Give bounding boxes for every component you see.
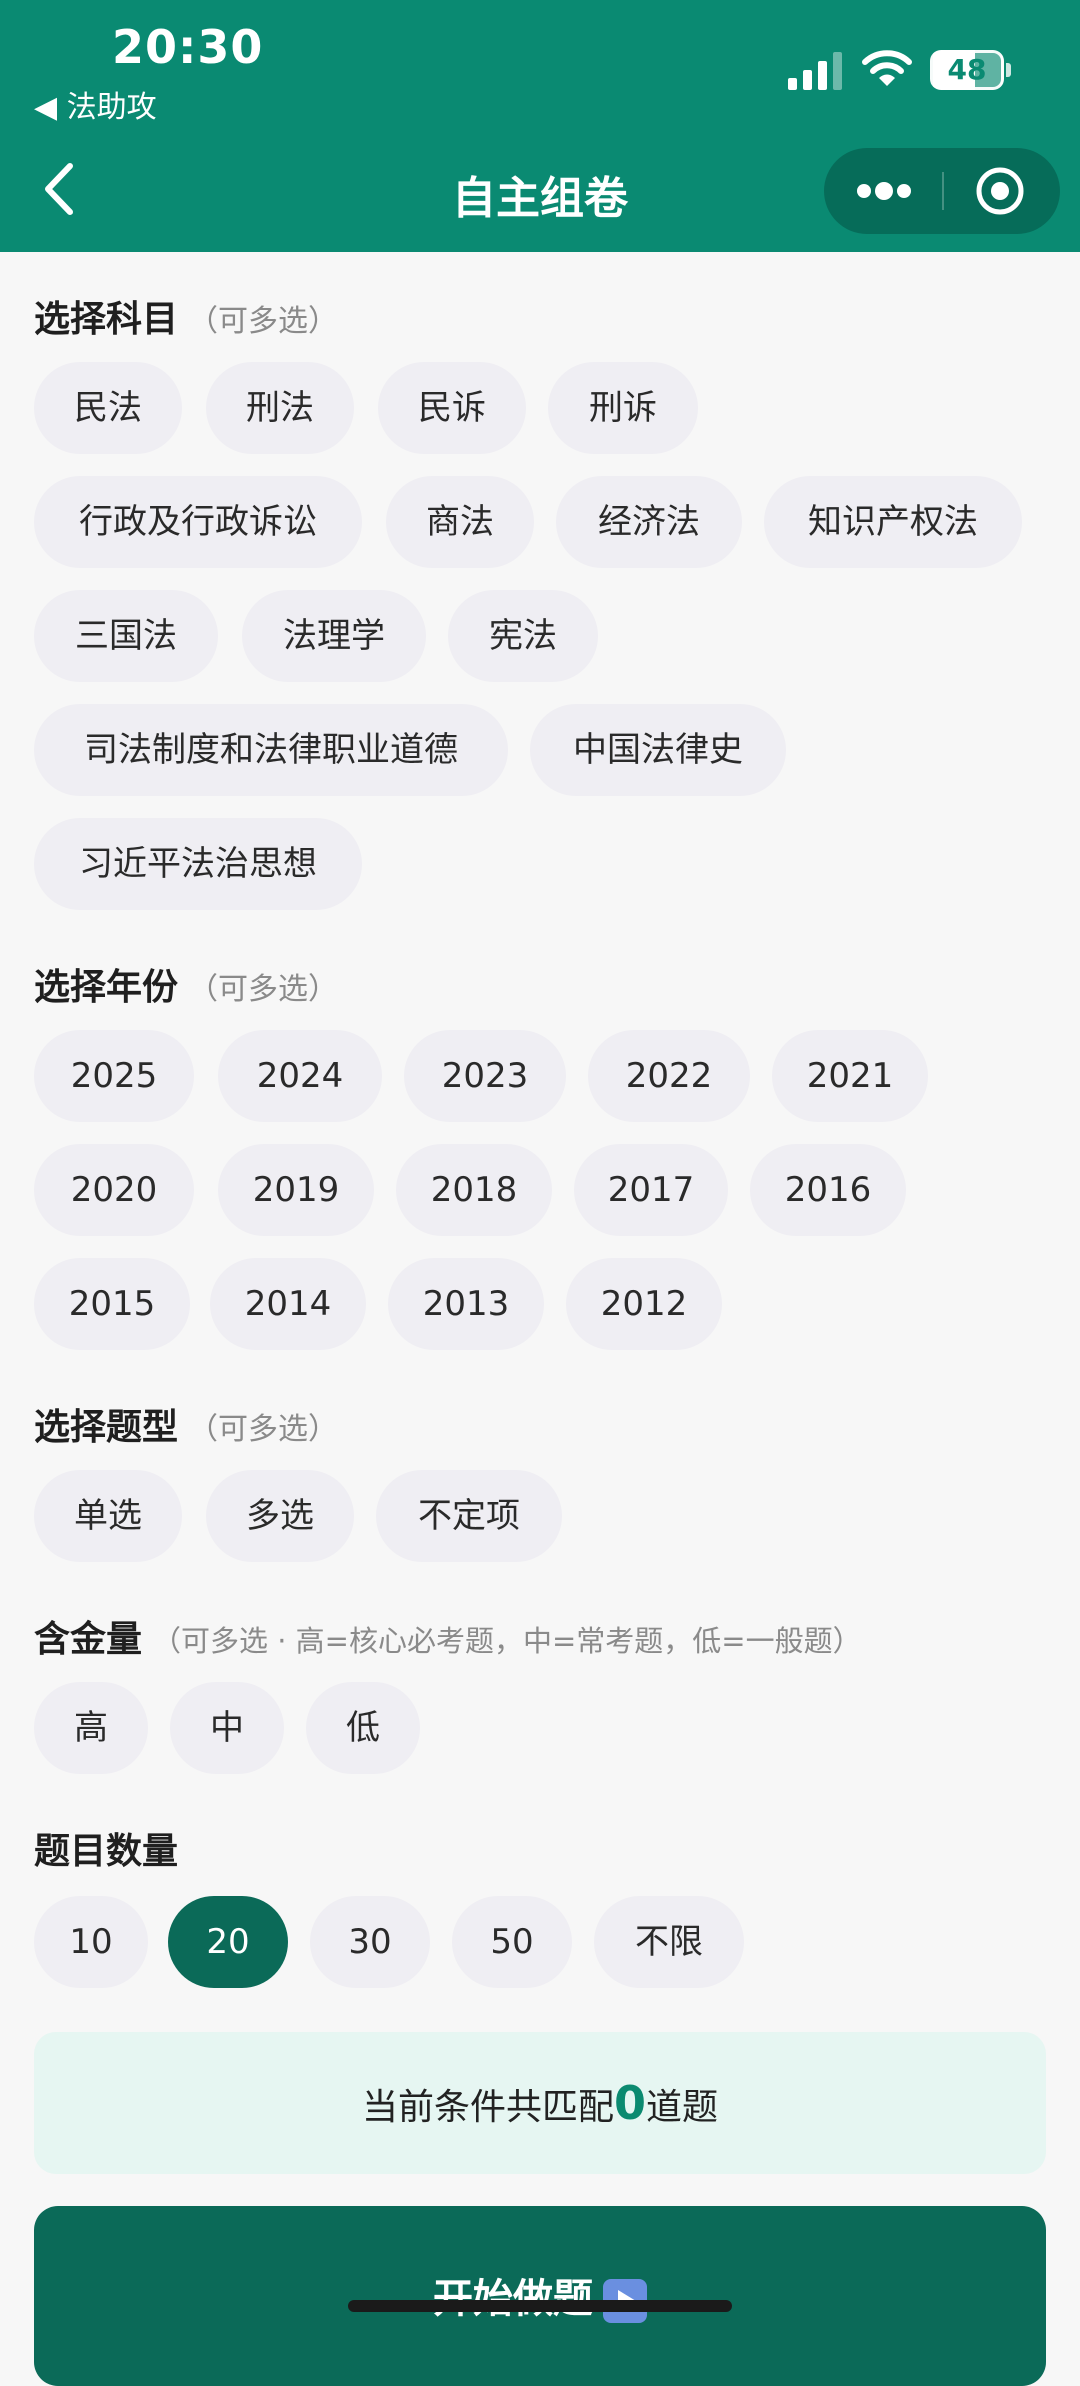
- subject-chip[interactable]: 商法: [386, 476, 534, 568]
- year-chip[interactable]: 2022: [588, 1030, 750, 1122]
- status-time: 20:30: [112, 20, 264, 74]
- start-button-label: 开始做题: [433, 2276, 593, 2322]
- match-count: 0: [613, 2076, 646, 2130]
- year-chip[interactable]: 2017: [574, 1144, 728, 1236]
- start-button-content: 开始做题: [34, 2266, 1046, 2324]
- subject-chip[interactable]: 行政及行政诉讼: [34, 476, 362, 568]
- battery-icon: 48: [930, 50, 1004, 90]
- year-chip[interactable]: 2023: [404, 1030, 566, 1122]
- year-chip[interactable]: 2024: [218, 1030, 382, 1122]
- match-suffix: 道题: [646, 2087, 719, 2128]
- question-types-hint: （可多选）: [188, 1412, 339, 1447]
- year-chip[interactable]: 2020: [34, 1144, 194, 1236]
- value-title: 含金量: [34, 1619, 143, 1660]
- years-section-title: 选择年份 （可多选）: [34, 958, 338, 1010]
- close-target-icon[interactable]: [974, 165, 1026, 217]
- count-chip[interactable]: 50: [452, 1896, 572, 1988]
- question-type-chip[interactable]: 不定项: [376, 1470, 562, 1562]
- subject-chip[interactable]: 法理学: [242, 590, 426, 682]
- count-chip-selected[interactable]: 20: [168, 1896, 288, 1988]
- subject-chip[interactable]: 司法制度和法律职业道德: [34, 704, 508, 796]
- status-back-app[interactable]: ◀ 法助攻: [34, 82, 157, 126]
- years-hint: （可多选）: [188, 972, 339, 1007]
- year-chip[interactable]: 2012: [566, 1258, 722, 1350]
- question-type-chip[interactable]: 多选: [206, 1470, 354, 1562]
- subject-chip[interactable]: 中国法律史: [530, 704, 786, 796]
- value-chip[interactable]: 高: [34, 1682, 148, 1774]
- subject-chip[interactable]: 刑法: [206, 362, 354, 454]
- subject-chip[interactable]: 刑诉: [548, 362, 698, 454]
- battery-tip: [1006, 63, 1011, 77]
- subject-chip[interactable]: 民诉: [378, 362, 526, 454]
- home-indicator: [348, 2300, 732, 2312]
- more-icon[interactable]: [854, 175, 914, 207]
- count-chip[interactable]: 10: [34, 1896, 148, 1988]
- subjects-hint: （可多选）: [188, 304, 339, 339]
- match-prefix: 当前条件共匹配: [361, 2087, 614, 2128]
- start-practice-button[interactable]: 开始做题: [34, 2206, 1046, 2386]
- miniprogram-capsule: [824, 148, 1060, 234]
- year-chip[interactable]: 2018: [396, 1144, 552, 1236]
- subject-chip[interactable]: 知识产权法: [764, 476, 1022, 568]
- capsule-divider: [942, 172, 944, 210]
- question-type-chip[interactable]: 单选: [34, 1470, 182, 1562]
- value-section-title: 含金量 （可多选 · 高=核心必考题，中=常考题，低=一般题）: [34, 1610, 862, 1662]
- subject-chip[interactable]: 经济法: [556, 476, 742, 568]
- count-chip[interactable]: 30: [310, 1896, 430, 1988]
- subject-chip[interactable]: 习近平法治思想: [34, 818, 362, 910]
- value-chip[interactable]: 低: [306, 1682, 420, 1774]
- count-section-title: 题目数量: [34, 1822, 178, 1874]
- question-types-title: 选择题型: [34, 1407, 179, 1448]
- year-chip[interactable]: 2015: [34, 1258, 190, 1350]
- value-chip[interactable]: 中: [170, 1682, 284, 1774]
- value-hint: （可多选 · 高=核心必考题，中=常考题，低=一般题）: [152, 1624, 862, 1658]
- subject-chip[interactable]: 民法: [34, 362, 182, 454]
- year-chip[interactable]: 2013: [388, 1258, 544, 1350]
- year-chip[interactable]: 2021: [772, 1030, 928, 1122]
- count-title: 题目数量: [34, 1831, 179, 1872]
- year-chip[interactable]: 2019: [218, 1144, 374, 1236]
- year-chip[interactable]: 2025: [34, 1030, 194, 1122]
- year-chip[interactable]: 2014: [210, 1258, 366, 1350]
- subject-chip[interactable]: 三国法: [34, 590, 218, 682]
- subjects-section-title: 选择科目 （可多选）: [34, 290, 338, 342]
- question-types-section-title: 选择题型 （可多选）: [34, 1398, 338, 1450]
- app-header: 20:30 ◀ 法助攻 48 自主组卷: [0, 0, 1080, 252]
- wifi-icon: [862, 50, 912, 86]
- match-summary: 当前条件共匹配0道题: [34, 2032, 1046, 2174]
- cellular-signal-icon: [788, 52, 842, 90]
- year-chip[interactable]: 2016: [750, 1144, 906, 1236]
- subjects-title: 选择科目: [34, 299, 179, 340]
- subject-chip[interactable]: 宪法: [448, 590, 598, 682]
- years-title: 选择年份: [34, 967, 179, 1008]
- count-chip[interactable]: 不限: [594, 1896, 744, 1988]
